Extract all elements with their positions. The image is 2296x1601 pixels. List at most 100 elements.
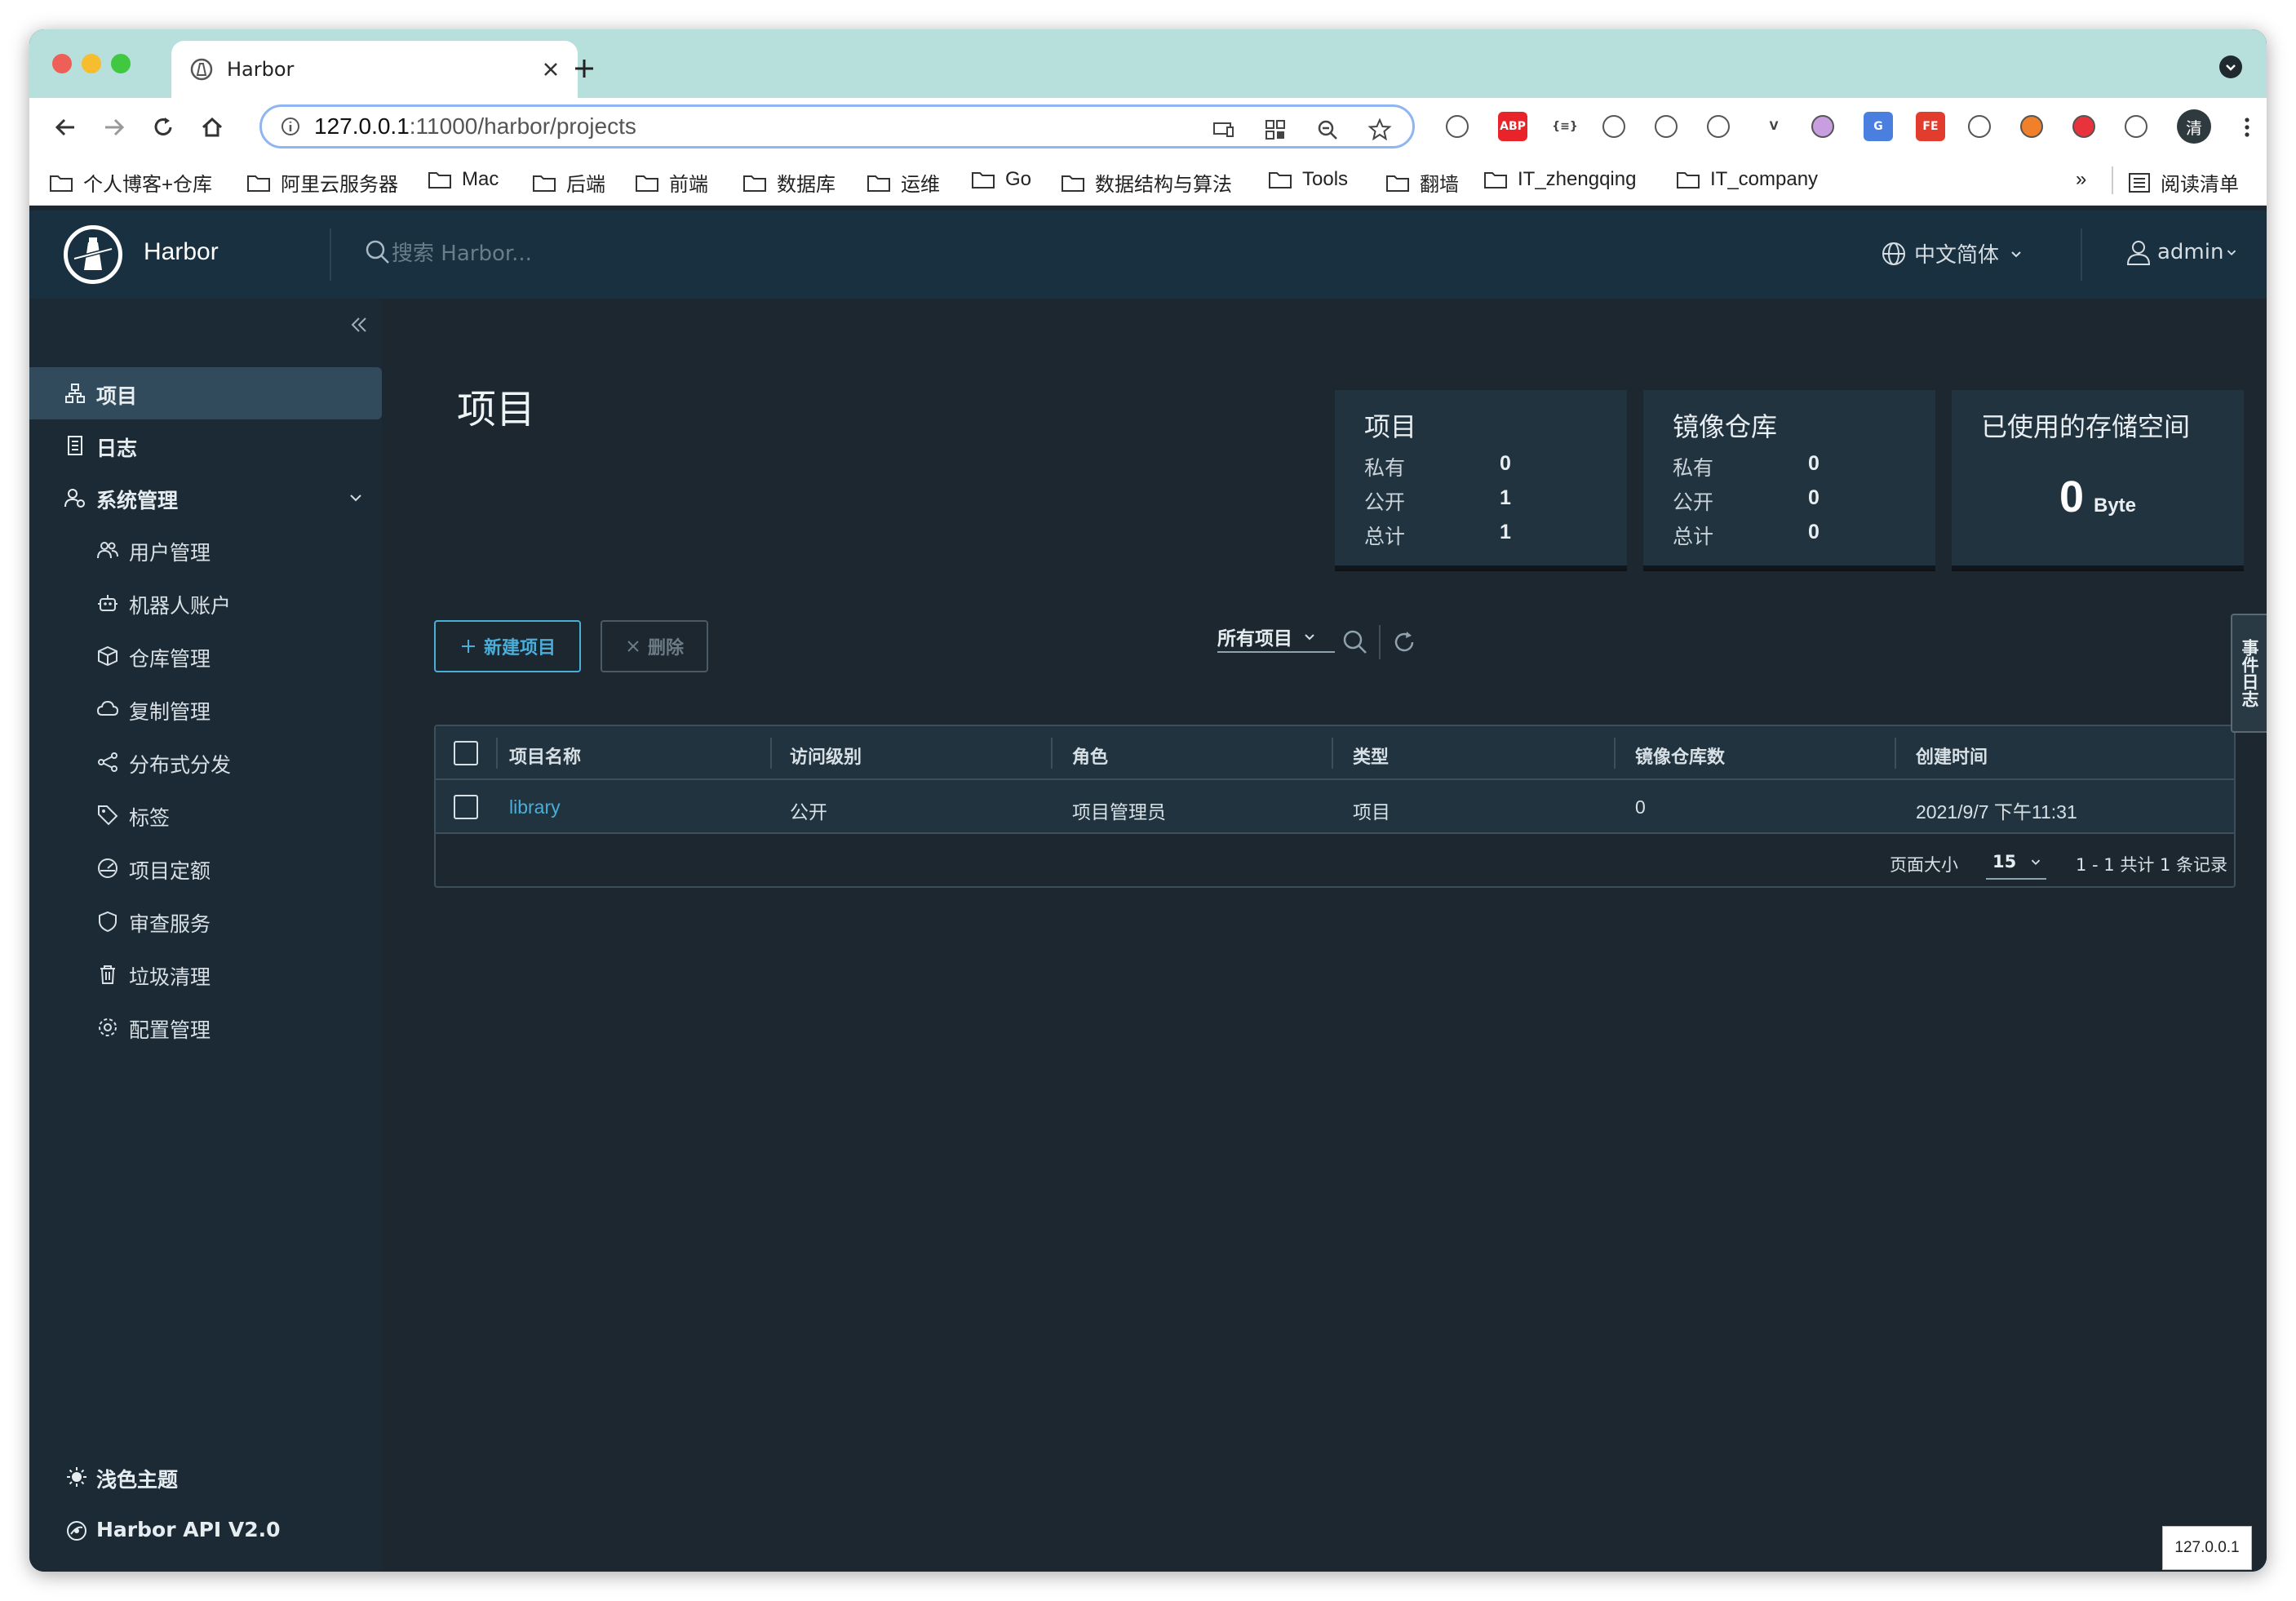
reading-list-button[interactable]: 阅读清单 (2128, 168, 2239, 197)
sidebar-subitem[interactable]: 仓库管理 (29, 630, 382, 682)
vue-devtools-icon[interactable]: V (1759, 112, 1788, 141)
language-selector[interactable]: 中文简体 (1880, 238, 2025, 268)
bookmark-folder[interactable]: IT_company (1676, 168, 1818, 191)
new-project-button[interactable]: 新建项目 (434, 620, 581, 672)
sidebar-subitem[interactable]: 用户管理 (29, 524, 382, 576)
bookmark-folder[interactable]: 翻墙 (1385, 168, 1459, 197)
sidebar-subitem[interactable]: 垃圾清理 (29, 948, 382, 1000)
tab-search-icon[interactable] (2219, 55, 2242, 78)
back-icon[interactable] (51, 113, 80, 142)
close-tab-icon[interactable] (542, 60, 560, 78)
chevron-down-icon (1305, 634, 1314, 641)
stat-private: 私有 0 (1364, 452, 1511, 480)
minimize-window-button[interactable] (82, 54, 101, 73)
bookmark-folder[interactable]: 运维 (867, 168, 940, 197)
delete-button[interactable]: 删除 (601, 620, 708, 672)
close-window-button[interactable] (52, 54, 72, 73)
robot-icon (98, 595, 117, 611)
projects-summary-card: 项目 私有 0 公开 1 总计 1 (1335, 390, 1627, 570)
adblock-icon[interactable]: ABP (1498, 112, 1527, 141)
maximize-window-button[interactable] (111, 54, 131, 73)
orange-circle-icon[interactable] (2020, 115, 2043, 138)
select-all-checkbox[interactable] (454, 741, 478, 765)
tab-harbor[interactable]: Harbor (171, 41, 578, 98)
search-icon[interactable] (1341, 628, 1369, 656)
reload-icon[interactable] (148, 113, 178, 142)
json-icon[interactable]: {≡} (1550, 112, 1580, 141)
global-search[interactable]: 搜索 Harbor... (364, 237, 532, 267)
project-name-link[interactable]: library (509, 796, 561, 818)
collapse-sidebar-icon[interactable] (344, 310, 374, 339)
column-header-created[interactable]: 创建时间 (1916, 743, 1988, 769)
page-size-select[interactable]: 15 (1986, 845, 2046, 880)
column-header-type[interactable]: 类型 (1353, 743, 1389, 769)
harbor-api-link[interactable]: Harbor API V2.0 (29, 1506, 382, 1555)
tree-icon[interactable] (1602, 115, 1625, 138)
sidebar-item-admin[interactable]: 系统管理 (29, 472, 382, 524)
sidebar-subitem[interactable]: 机器人账户 (29, 577, 382, 629)
page-size-label: 页面大小 (1890, 855, 1958, 875)
bookmark-folder[interactable]: Go (971, 168, 1031, 191)
column-header-role[interactable]: 角色 (1072, 743, 1108, 769)
zoom-icon[interactable] (1314, 117, 1341, 143)
bookmark-folder[interactable]: Mac (428, 168, 499, 191)
bookmark-folder[interactable]: 数据结构与算法 (1061, 168, 1232, 197)
menu-dots-icon[interactable] (2232, 113, 2262, 142)
api-icon (67, 1521, 86, 1541)
folder-icon (1484, 172, 1507, 188)
refresh-icon[interactable] (1390, 628, 1418, 656)
user-menu[interactable]: admin (2125, 238, 2240, 266)
row-checkbox[interactable] (454, 795, 478, 819)
bookmark-folder[interactable]: 个人博客+仓库 (49, 168, 212, 197)
column-header-repo-count[interactable]: 镜像仓库数 (1635, 743, 1725, 769)
sidebar-subitem[interactable]: 审查服务 (29, 895, 382, 947)
forward-icon[interactable] (100, 113, 129, 142)
bookmark-folder[interactable]: 后端 (532, 168, 605, 197)
sidebar-subitem[interactable]: 标签 (29, 789, 382, 841)
bookmark-folder[interactable]: 前端 (635, 168, 708, 197)
bookmark-folder[interactable]: 数据库 (742, 168, 836, 197)
harbor-logo-icon[interactable] (64, 225, 122, 284)
bookmark-star-icon[interactable] (1367, 117, 1393, 143)
profile-avatar[interactable]: 清 (2177, 109, 2211, 144)
feather-icon[interactable] (1446, 115, 1469, 138)
table-row[interactable]: library 公开 项目管理员 项目 0 2021/9/7 下午11:31 (436, 780, 2234, 834)
new-tab-button[interactable] (568, 52, 601, 85)
column-header-access[interactable]: 访问级别 (790, 743, 862, 769)
user-icon (2126, 241, 2151, 265)
address-bar[interactable]: 127.0.0.1:11000/harbor/projects (259, 104, 1415, 149)
sidebar-item-logs[interactable]: 日志 (29, 419, 382, 472)
tag-icon (98, 805, 118, 826)
sidebar-subitem[interactable]: 分布式分发 (29, 736, 382, 788)
mask-icon[interactable] (1707, 115, 1730, 138)
cast-icon[interactable] (1210, 117, 1236, 143)
bookmarks-overflow-button[interactable]: » (2076, 168, 2086, 191)
host-tooltip: 127.0.0.1 (2162, 1526, 2252, 1570)
info-icon[interactable] (280, 116, 301, 137)
purple-circle-icon[interactable] (1811, 115, 1834, 138)
bookmarks-bar: 个人博客+仓库 阿里云服务器 Mac 后端 前端 数据库 运维 Go 数据结构与算法 Tools 翻… (29, 155, 2267, 206)
column-header-name[interactable]: 项目名称 (509, 743, 581, 769)
theme-toggle[interactable]: 浅色主题 (29, 1452, 382, 1501)
home-icon[interactable] (197, 113, 227, 142)
screenshot-icon[interactable] (1968, 115, 1991, 138)
bookmark-folder[interactable]: 阿里云服务器 (246, 168, 398, 197)
event-log-tab[interactable]: 事件日志 (2231, 614, 2267, 733)
search-input[interactable]: 搜索 Harbor... (392, 237, 532, 267)
sidebar-subitem[interactable]: 复制管理 (29, 683, 382, 735)
star-burst-icon[interactable] (1655, 115, 1678, 138)
qr-code-icon[interactable] (1262, 117, 1288, 143)
fe-icon[interactable]: FE (1916, 112, 1945, 141)
brand-name[interactable]: Harbor (144, 238, 219, 266)
red-grid-icon[interactable] (2072, 115, 2095, 138)
bookmark-folder[interactable]: IT_zhengqing (1483, 168, 1636, 191)
bookmark-folder[interactable]: Tools (1268, 168, 1348, 191)
sidebar-subitem[interactable]: 配置管理 (29, 1001, 382, 1053)
sidebar-subitem[interactable]: 项目定额 (29, 842, 382, 894)
sidebar-subitem-label: 复制管理 (129, 700, 211, 724)
sidebar-item-projects[interactable]: 项目 (29, 367, 382, 419)
puzzle-icon[interactable] (2125, 115, 2148, 138)
translate-icon[interactable]: G (1864, 112, 1893, 141)
project-filter-select[interactable]: 所有项目 (1217, 622, 1335, 653)
sidebar-subitem-label: 项目定额 (129, 859, 211, 883)
